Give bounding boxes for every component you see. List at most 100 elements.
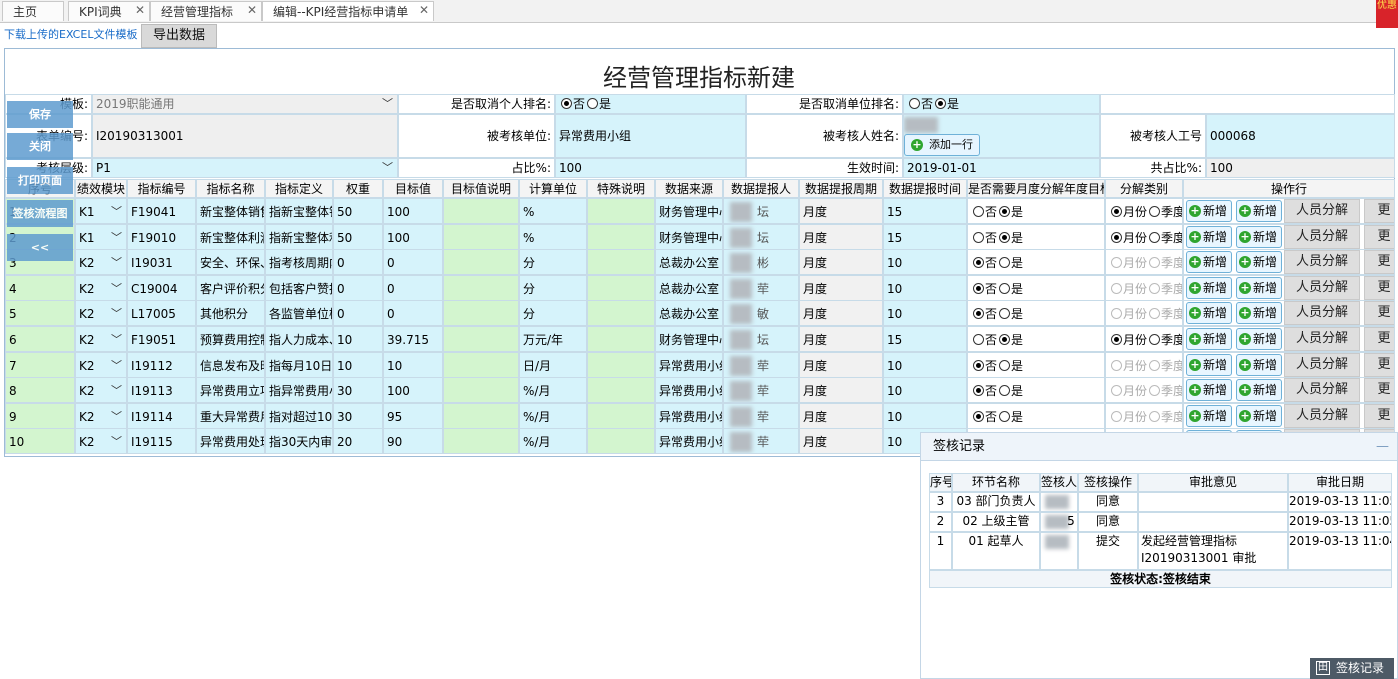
radio-quarter[interactable] xyxy=(1149,206,1161,217)
radio-no[interactable] xyxy=(973,359,984,371)
cell-time[interactable]: 15 xyxy=(883,326,967,352)
promo-badge[interactable]: 优惠 xyxy=(1376,0,1398,28)
cell-tdesc[interactable] xyxy=(443,351,519,378)
radio-yes[interactable] xyxy=(999,410,1011,422)
cell-cycle[interactable]: 月度 xyxy=(799,274,883,301)
cell-source[interactable]: 财务管理中心 xyxy=(655,223,723,250)
cell-no[interactable]: 6 xyxy=(5,326,75,352)
cell-cycle[interactable]: 月度 xyxy=(799,402,883,429)
cell-weight[interactable]: 0 xyxy=(333,274,383,301)
cell-weight[interactable]: 50 xyxy=(333,198,383,224)
cell-def[interactable]: 包括客户赞扬 xyxy=(265,274,333,301)
radio-no[interactable] xyxy=(973,410,984,422)
radio-month[interactable] xyxy=(1111,231,1122,243)
new-button[interactable]: +新增 xyxy=(1236,251,1282,274)
more-button[interactable]: 更 xyxy=(1364,250,1394,275)
radio-month[interactable] xyxy=(1111,308,1122,320)
new-button[interactable]: +新增 xyxy=(1236,225,1282,248)
cell-target[interactable]: 0 xyxy=(383,249,443,276)
cell-code[interactable]: F19041 xyxy=(127,198,196,224)
new-button[interactable]: +新增 xyxy=(1236,379,1282,402)
radio-month[interactable] xyxy=(1111,282,1122,294)
staff-split-button[interactable]: 人员分解 xyxy=(1284,250,1360,275)
tab-business-indicators[interactable]: 经营管理指标 ✕ xyxy=(150,1,262,21)
cell-weight[interactable]: 50 xyxy=(333,223,383,250)
cell-module[interactable]: K1 ﹀ xyxy=(75,223,127,250)
cell-reporter[interactable]: 坛 xyxy=(723,326,799,352)
cell-weight[interactable]: 0 xyxy=(333,300,383,327)
cell-code[interactable]: C19004 xyxy=(127,274,196,301)
cell-time[interactable]: 10 xyxy=(883,300,967,327)
more-button[interactable]: 更 xyxy=(1364,224,1394,249)
cell-cycle[interactable]: 月度 xyxy=(799,326,883,352)
radio-yes[interactable] xyxy=(999,206,1011,217)
staff-split-button[interactable]: 人员分解 xyxy=(1284,327,1360,351)
cell-def[interactable]: 指异常费用小 xyxy=(265,377,333,404)
new-button[interactable]: +新增 xyxy=(1236,353,1282,376)
cell-special[interactable] xyxy=(587,223,655,250)
radio-quarter[interactable] xyxy=(1149,385,1161,397)
cell-time[interactable]: 15 xyxy=(883,223,967,250)
export-data-button[interactable]: 导出数据 xyxy=(141,24,217,48)
radio-yes[interactable] xyxy=(935,98,947,109)
new-button[interactable]: +新增 xyxy=(1236,328,1282,350)
radio-no[interactable] xyxy=(973,282,984,294)
new-button[interactable]: +新增 xyxy=(1186,251,1232,274)
radio-yes[interactable] xyxy=(587,98,599,109)
cell-code[interactable]: F19051 xyxy=(127,326,196,352)
cell-time[interactable]: 15 xyxy=(883,198,967,224)
radio-quarter[interactable] xyxy=(1149,410,1161,422)
cell-def[interactable]: 指考核周期内 xyxy=(265,249,333,276)
new-button[interactable]: +新增 xyxy=(1236,200,1282,222)
cell-reporter[interactable]: 荦 xyxy=(723,428,799,455)
cell-cycle[interactable]: 月度 xyxy=(799,377,883,404)
cell-special[interactable] xyxy=(587,300,655,327)
cell-tdesc[interactable] xyxy=(443,249,519,276)
radio-no[interactable] xyxy=(973,334,984,345)
cell-no[interactable]: 7 xyxy=(5,351,75,378)
radio-month[interactable] xyxy=(1111,257,1122,269)
cell-weight[interactable]: 0 xyxy=(333,249,383,276)
cell-name[interactable]: 信息发布及时 xyxy=(196,351,265,378)
tab-home[interactable]: 主页 xyxy=(2,1,64,21)
more-button[interactable]: 更 xyxy=(1364,199,1394,223)
minimize-icon[interactable]: — xyxy=(1376,433,1389,460)
cell-unit[interactable]: 分 xyxy=(519,274,587,301)
cell-unit[interactable]: 日/月 xyxy=(519,351,587,378)
new-button[interactable]: +新增 xyxy=(1186,328,1232,350)
cell-source[interactable]: 异常费用小组 xyxy=(655,428,723,455)
staff-split-button[interactable]: 人员分解 xyxy=(1284,352,1360,377)
cell-source[interactable]: 异常费用小组 xyxy=(655,402,723,429)
cell-source[interactable]: 总裁办公室 xyxy=(655,274,723,301)
close-button[interactable]: 关闭 xyxy=(7,133,73,160)
close-icon[interactable]: ✕ xyxy=(135,0,145,20)
more-button[interactable]: 更 xyxy=(1364,403,1394,428)
cell-name[interactable]: 异常费用立项 xyxy=(196,377,265,404)
cell-tdesc[interactable] xyxy=(443,300,519,327)
cell-source[interactable]: 财务管理中心 xyxy=(655,326,723,352)
radio-yes[interactable] xyxy=(999,282,1011,294)
cell-target[interactable]: 100 xyxy=(383,377,443,404)
cell-unit[interactable]: % xyxy=(519,198,587,224)
radio-month[interactable] xyxy=(1111,334,1122,345)
cell-code[interactable]: L17005 xyxy=(127,300,196,327)
staff-split-button[interactable]: 人员分解 xyxy=(1284,403,1360,428)
cell-special[interactable] xyxy=(587,198,655,224)
cell-reporter[interactable]: 荦 xyxy=(723,377,799,404)
more-button[interactable]: 更 xyxy=(1364,327,1394,351)
radio-quarter[interactable] xyxy=(1149,308,1161,320)
cell-tdesc[interactable] xyxy=(443,402,519,429)
cell-unit[interactable]: 万元/年 xyxy=(519,326,587,352)
cell-name[interactable]: 其他积分 xyxy=(196,300,265,327)
cell-reporter[interactable]: 荦 xyxy=(723,402,799,429)
cell-cycle[interactable]: 月度 xyxy=(799,351,883,378)
cell-reporter[interactable]: 坛 xyxy=(723,198,799,224)
cell-reporter[interactable]: 坛 xyxy=(723,223,799,250)
cell-weight[interactable]: 10 xyxy=(333,326,383,352)
cell-source[interactable]: 总裁办公室 xyxy=(655,300,723,327)
cell-source[interactable]: 异常费用小组 xyxy=(655,377,723,404)
cell-def[interactable]: 指人力成本、 xyxy=(265,326,333,352)
cell-no[interactable]: 9 xyxy=(5,402,75,429)
cell-special[interactable] xyxy=(587,326,655,352)
new-button[interactable]: +新增 xyxy=(1186,225,1232,248)
